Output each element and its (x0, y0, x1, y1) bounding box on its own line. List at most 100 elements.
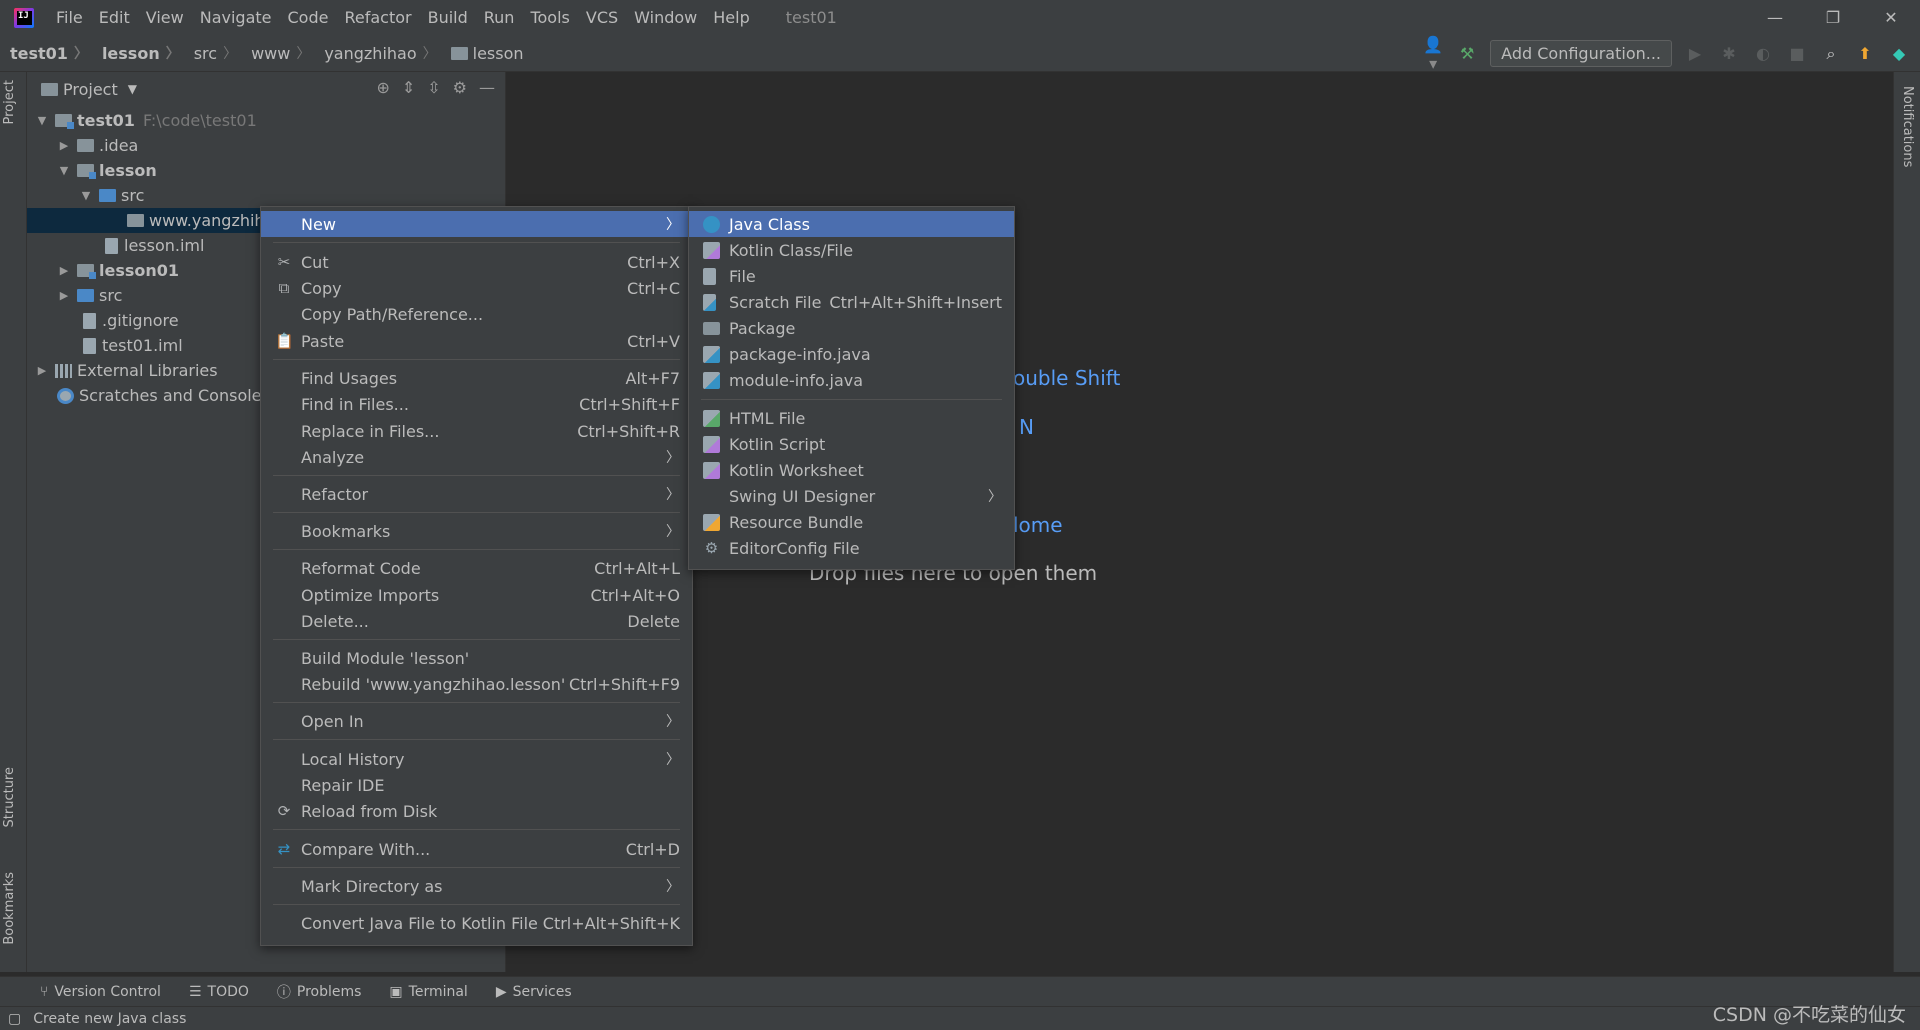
minimize-icon[interactable]: — (1746, 0, 1804, 35)
breadcrumb-www[interactable]: www 〉 (241, 43, 314, 63)
menu-item-refactor[interactable]: Refactor 〉 (261, 481, 692, 507)
menu-code[interactable]: Code (280, 0, 337, 35)
jetbrains-toolbox-icon[interactable]: ◆ (1888, 44, 1910, 63)
tool-tab-notifications[interactable]: Notifications (1900, 86, 1915, 167)
tool-tab-services[interactable]: ▶ Services (496, 984, 572, 1000)
hint-search-everywhere[interactable]: ouble Shift (1013, 366, 1120, 390)
collapse-all-icon[interactable]: ⇳ (427, 78, 440, 97)
layout-icon[interactable]: ▢ (8, 1011, 21, 1027)
build-hammer-icon[interactable]: ⚒ (1456, 44, 1478, 63)
hint-navigation-bar[interactable]: lome (1013, 513, 1063, 537)
submenu-item-scratch-file[interactable]: Scratch File Ctrl+Alt+Shift+Insert (689, 289, 1014, 315)
breadcrumb-lesson[interactable]: lesson 〉 (92, 43, 184, 63)
menu-tools[interactable]: Tools (522, 0, 577, 35)
tool-tab-problems[interactable]: ⓘ Problems (277, 982, 362, 1002)
tool-tab-structure[interactable]: Structure (2, 767, 17, 827)
tree-node-test01[interactable]: ▼ test01 F:\code\test01 (35, 108, 505, 133)
menu-item-rebuild[interactable]: Rebuild 'www.yangzhihao.lesson' Ctrl+Shi… (261, 671, 692, 697)
breadcrumb-lesson-package[interactable]: lesson (441, 44, 528, 63)
chevron-right-icon[interactable]: ▶ (57, 133, 71, 158)
menu-window[interactable]: Window (626, 0, 705, 35)
menu-item-copy[interactable]: ⧉ Copy Ctrl+C (261, 275, 692, 301)
tool-tab-todo[interactable]: ☰ TODO (189, 984, 249, 1000)
chevron-down-icon[interactable]: ▼ (128, 82, 137, 96)
submenu-item-kotlin-script[interactable]: Kotlin Script (689, 431, 1014, 457)
locate-icon[interactable]: ⊕ (376, 78, 389, 97)
submenu-item-package[interactable]: Package (689, 315, 1014, 341)
chevron-down-icon[interactable]: ▼ (57, 158, 71, 183)
menu-item-reload-from-disk[interactable]: ⟳ Reload from Disk (261, 798, 692, 824)
chevron-right-icon[interactable]: ▶ (57, 258, 71, 283)
menu-item-build-module[interactable]: Build Module 'lesson' (261, 645, 692, 671)
menu-item-mark-directory-as[interactable]: Mark Directory as 〉 (261, 873, 692, 899)
new-submenu: Java Class Kotlin Class/File File Scratc… (688, 206, 1015, 570)
menu-item-find-in-files[interactable]: Find in Files... Ctrl+Shift+F (261, 391, 692, 417)
menu-view[interactable]: View (138, 0, 192, 35)
menu-file[interactable]: File (48, 0, 91, 35)
menu-item-find-usages[interactable]: Find Usages Alt+F7 (261, 365, 692, 391)
tree-node-idea[interactable]: ▶ .idea (57, 133, 505, 158)
menu-navigate[interactable]: Navigate (192, 0, 280, 35)
submenu-item-file[interactable]: File (689, 263, 1014, 289)
menu-edit[interactable]: Edit (91, 0, 138, 35)
chevron-down-icon[interactable]: ▼ (79, 183, 93, 208)
submenu-item-editorconfig[interactable]: ⚙ EditorConfig File (689, 535, 1014, 561)
submenu-item-swing-ui-designer[interactable]: Swing UI Designer 〉 (689, 483, 1014, 509)
menu-item-copy-path[interactable]: Copy Path/Reference... (261, 301, 692, 327)
menu-item-open-in[interactable]: Open In 〉 (261, 708, 692, 734)
submenu-item-package-info[interactable]: package-info.java (689, 341, 1014, 367)
breadcrumb-test01[interactable]: test01 〉 (0, 43, 92, 63)
project-view-selector[interactable]: Project (63, 80, 118, 99)
menu-item-reformat-code[interactable]: Reformat Code Ctrl+Alt+L (261, 555, 692, 581)
submenu-item-java-class[interactable]: Java Class (689, 211, 1014, 237)
submenu-item-kotlin-worksheet[interactable]: Kotlin Worksheet (689, 457, 1014, 483)
hide-icon[interactable]: — (479, 78, 495, 97)
tool-tab-bookmarks[interactable]: Bookmarks (2, 872, 17, 945)
submenu-item-kotlin-class[interactable]: Kotlin Class/File (689, 237, 1014, 263)
user-icon[interactable]: 👤▾ (1422, 35, 1444, 73)
tree-node-lesson-src[interactable]: ▼ src (79, 183, 505, 208)
menu-item-analyze[interactable]: Analyze 〉 (261, 444, 692, 470)
package-icon (450, 46, 468, 60)
chevron-right-icon[interactable]: ▶ (35, 358, 49, 383)
chevron-right-icon[interactable]: ▶ (57, 283, 71, 308)
tool-tab-terminal[interactable]: ▣ Terminal (389, 984, 467, 1000)
menu-help[interactable]: Help (705, 0, 757, 35)
menu-item-repair-ide[interactable]: Repair IDE (261, 772, 692, 798)
chevron-down-icon[interactable]: ▼ (35, 108, 49, 133)
search-icon[interactable]: ⌕ (1820, 44, 1842, 64)
restore-icon[interactable]: ❐ (1804, 0, 1862, 35)
stop-icon[interactable]: ■ (1786, 44, 1808, 63)
debug-icon[interactable]: ✱ (1718, 44, 1740, 63)
menu-item-delete[interactable]: Delete... Delete (261, 608, 692, 634)
menu-item-optimize-imports[interactable]: Optimize Imports Ctrl+Alt+O (261, 582, 692, 608)
hint-go-to-file[interactable]: N (1019, 415, 1034, 439)
menu-item-replace-in-files[interactable]: Replace in Files... Ctrl+Shift+R (261, 418, 692, 444)
run-icon[interactable]: ▶ (1684, 44, 1706, 63)
tree-node-lesson[interactable]: ▼ lesson (57, 158, 505, 183)
menu-build[interactable]: Build (420, 0, 476, 35)
update-icon[interactable]: ⬆ (1854, 44, 1876, 63)
menu-item-convert-to-kotlin[interactable]: Convert Java File to Kotlin File Ctrl+Al… (261, 910, 692, 936)
coverage-icon[interactable]: ◐ (1752, 44, 1774, 63)
tool-tab-project[interactable]: Project (2, 80, 17, 124)
gear-icon[interactable]: ⚙ (453, 78, 467, 97)
menu-item-compare-with[interactable]: ⇄ Compare With... Ctrl+D (261, 836, 692, 862)
breadcrumb-src[interactable]: src 〉 (184, 43, 241, 63)
menu-item-paste[interactable]: 📋 Paste Ctrl+V (261, 328, 692, 354)
menu-vcs[interactable]: VCS (578, 0, 626, 35)
menu-item-cut[interactable]: ✂ Cut Ctrl+X (261, 249, 692, 275)
add-configuration-button[interactable]: Add Configuration... (1490, 40, 1672, 67)
breadcrumb-yangzhihao[interactable]: yangzhihao 〉 (314, 43, 440, 63)
submenu-item-module-info[interactable]: module-info.java (689, 367, 1014, 393)
close-icon[interactable]: ✕ (1862, 0, 1920, 35)
menu-refactor[interactable]: Refactor (336, 0, 419, 35)
tool-tab-version-control[interactable]: ⑂ Version Control (40, 984, 161, 1000)
menu-item-local-history[interactable]: Local History 〉 (261, 746, 692, 772)
submenu-item-resource-bundle[interactable]: Resource Bundle (689, 509, 1014, 535)
submenu-item-html-file[interactable]: HTML File (689, 405, 1014, 431)
menu-item-new[interactable]: New 〉 (261, 211, 692, 237)
menu-item-bookmarks[interactable]: Bookmarks 〉 (261, 518, 692, 544)
menu-run[interactable]: Run (476, 0, 523, 35)
expand-all-icon[interactable]: ⇕ (402, 78, 415, 97)
